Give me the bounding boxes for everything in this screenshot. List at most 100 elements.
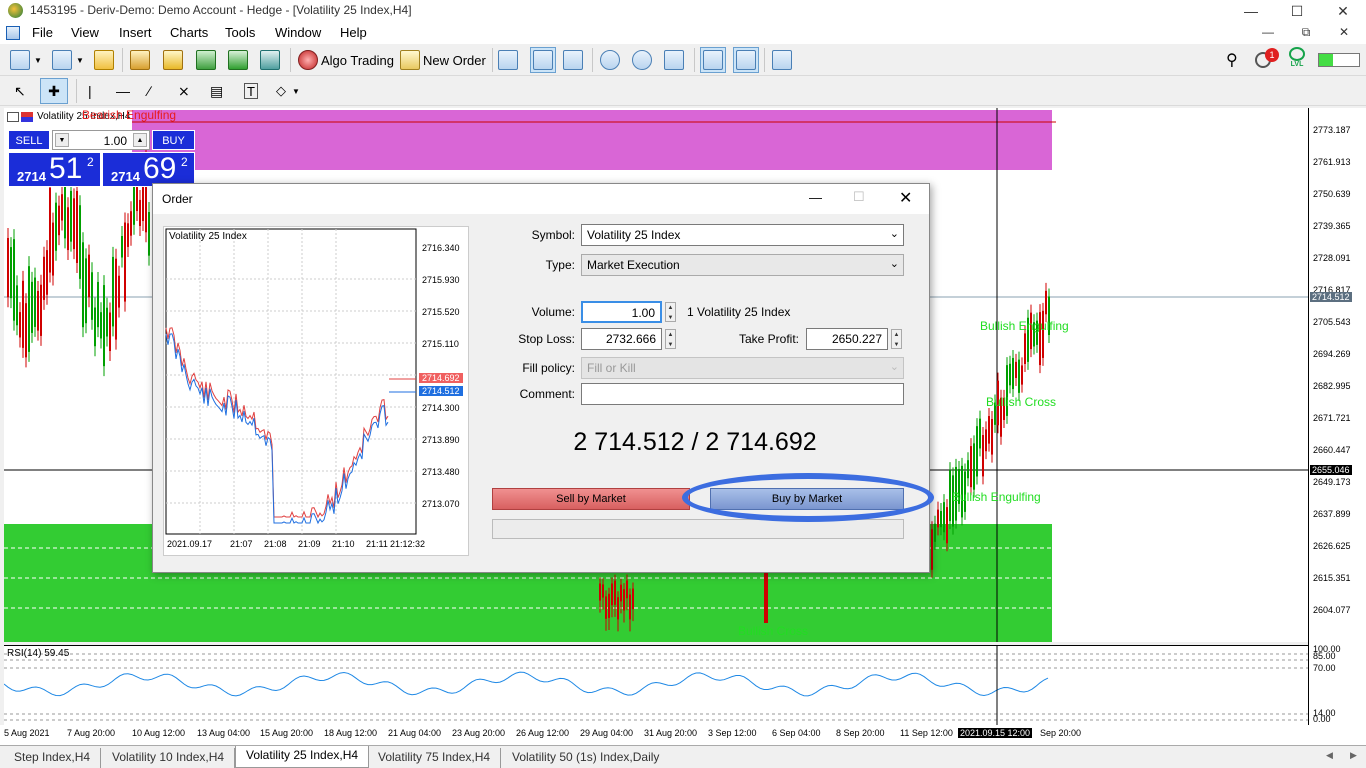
child-close-button[interactable]: ✕ (1326, 22, 1362, 42)
tab-volatility-10[interactable]: Volatility 10 Index,H4 (102, 748, 236, 768)
market-watch-button[interactable] (94, 47, 114, 73)
minimize-button[interactable]: — (1228, 0, 1274, 22)
oneclick-volume-value: 1.00 (103, 134, 127, 148)
tick-time-label: 2021.09.17 (167, 539, 213, 549)
time-label: 6 Sep 04:00 (772, 728, 821, 738)
candle-body (1012, 357, 1014, 390)
buy-button[interactable]: BUY (152, 130, 195, 150)
vps-button[interactable] (260, 47, 280, 73)
tab-volatility-25[interactable]: Volatility 25 Index,H4 (235, 746, 370, 768)
tick-price-label: 2713.890 (422, 435, 460, 445)
templates-button[interactable] (772, 47, 792, 73)
menu-view[interactable]: View (71, 25, 99, 40)
candle-body (106, 307, 108, 337)
buy-price-box[interactable]: 2714 69 2 (102, 152, 195, 187)
child-restore-button[interactable]: ⧉ (1288, 22, 1324, 42)
shapes-dropdown-button[interactable]: ◇ ▼ (276, 78, 300, 104)
candle-body (599, 583, 601, 601)
tabs-scroll-right-icon[interactable]: ▶ (1350, 750, 1357, 761)
search-button[interactable]: ⚲ (1226, 47, 1238, 73)
signals-button[interactable] (196, 47, 216, 73)
child-minimize-button[interactable]: — (1250, 22, 1286, 42)
take-profit-input[interactable]: 2650.227 (806, 328, 888, 350)
rsi-line (4, 671, 1049, 697)
tabs-scroll-left-icon[interactable]: ◀ (1326, 750, 1333, 761)
stop-loss-stepper[interactable]: ▲ ▼ (665, 329, 676, 349)
symbol-select[interactable]: Volatility 25 Index ⌄ (581, 224, 904, 246)
close-window-button[interactable]: ✕ (1320, 0, 1366, 22)
menu-insert[interactable]: Insert (119, 25, 152, 40)
zoom-in-button[interactable] (600, 47, 620, 73)
trendline-button[interactable]: ∕ (148, 78, 150, 104)
comment-input[interactable] (581, 383, 904, 405)
volume-up-icon[interactable]: ▲ (133, 133, 147, 147)
vertical-line-button[interactable]: | (88, 78, 92, 104)
auto-scroll-icon (703, 50, 723, 70)
navigator-button[interactable] (163, 47, 183, 73)
candle-body (55, 202, 57, 251)
fill-policy-select[interactable]: Fill or Kill ⌄ (581, 357, 904, 379)
ask-price-tag: 2714.692 (419, 373, 463, 383)
candlestick-button[interactable] (530, 47, 556, 73)
menu-charts[interactable]: Charts (170, 25, 208, 40)
dialog-maximize-button[interactable]: ☐ (853, 189, 865, 205)
bar-chart-button[interactable] (498, 47, 518, 73)
auto-scroll-button[interactable] (700, 47, 726, 73)
notifications-button[interactable]: 1 (1255, 47, 1279, 73)
tab-step-index[interactable]: Step Index,H4 (4, 748, 102, 768)
price-label: 2604.077 (1313, 605, 1351, 615)
profiles-button[interactable]: ▼ (52, 47, 84, 73)
menu-help[interactable]: Help (340, 25, 367, 40)
stop-loss-input[interactable]: 2732.666 (581, 328, 662, 350)
candle-body (139, 199, 141, 226)
cursor-button[interactable]: ↖ (14, 78, 26, 104)
dialog-close-button[interactable]: ✕ (899, 188, 912, 208)
price-label: 2637.899 (1313, 509, 1351, 519)
fibonacci-button[interactable]: ▤ (210, 78, 223, 104)
candle-body (614, 580, 616, 605)
menu-file[interactable]: File (32, 25, 53, 40)
horizontal-line-button[interactable]: — (116, 78, 130, 104)
tab-volatility-50-1s[interactable]: Volatility 50 (1s) Index,Daily (502, 748, 669, 768)
oneclick-volume-field[interactable]: ▼ 1.00 ▲ (52, 130, 150, 150)
zoom-out-button[interactable] (632, 47, 652, 73)
chart-shift-button[interactable] (733, 47, 759, 73)
chevron-down-icon: ⌄ (889, 258, 899, 270)
crosshair-button[interactable]: ✚ (40, 78, 68, 104)
sell-button[interactable]: SELL (8, 130, 50, 150)
sell-by-market-button[interactable]: Sell by Market (492, 488, 690, 510)
candle-body (1021, 365, 1023, 385)
dialog-minimize-button[interactable]: — (809, 190, 822, 205)
data-window-button[interactable] (130, 47, 150, 73)
new-order-button[interactable]: New Order (400, 47, 486, 73)
text-label-button[interactable]: T (244, 83, 258, 99)
menu-window[interactable]: Window (275, 25, 321, 40)
menu-tools[interactable]: Tools (225, 25, 255, 40)
algo-trading-button[interactable]: Algo Trading (298, 47, 394, 73)
candle-body (58, 205, 60, 236)
volume-input[interactable]: 1.00 (581, 301, 662, 323)
tick-time-label: 21:07 (230, 539, 253, 549)
new-chart-button[interactable]: ▼ (10, 47, 42, 73)
volume-stepper[interactable]: ▲ ▼ (665, 302, 676, 322)
market-button[interactable] (228, 47, 248, 73)
maximize-button[interactable]: ☐ (1274, 0, 1320, 22)
rsi-indicator-panel[interactable]: RSI(14) 59.45 (4, 645, 1308, 726)
candle-body (97, 281, 99, 328)
candle-body (70, 190, 72, 242)
sell-price-box[interactable]: 2714 51 2 (8, 152, 101, 187)
volume-down-icon[interactable]: ▼ (55, 133, 69, 147)
tab-volatility-75[interactable]: Volatility 75 Index,H4 (368, 748, 502, 768)
tick-price-label: 2715.110 (422, 339, 459, 349)
time-label: 26 Aug 12:00 (516, 728, 570, 738)
equidistant-channel-button[interactable]: ⨯ (178, 78, 190, 104)
window-title: 1453195 - Deriv-Demo: Demo Account - Hed… (30, 3, 412, 17)
type-select[interactable]: Market Execution ⌄ (581, 254, 904, 276)
line-chart-button[interactable] (563, 47, 583, 73)
take-profit-stepper[interactable]: ▲ ▼ (891, 329, 902, 349)
price-label: 2773.187 (1313, 125, 1351, 135)
candle-body (605, 596, 607, 619)
tile-windows-button[interactable] (664, 47, 684, 73)
order-dialog-title: Order (162, 192, 193, 206)
time-label: 11 Sep 12:00 (900, 728, 953, 738)
